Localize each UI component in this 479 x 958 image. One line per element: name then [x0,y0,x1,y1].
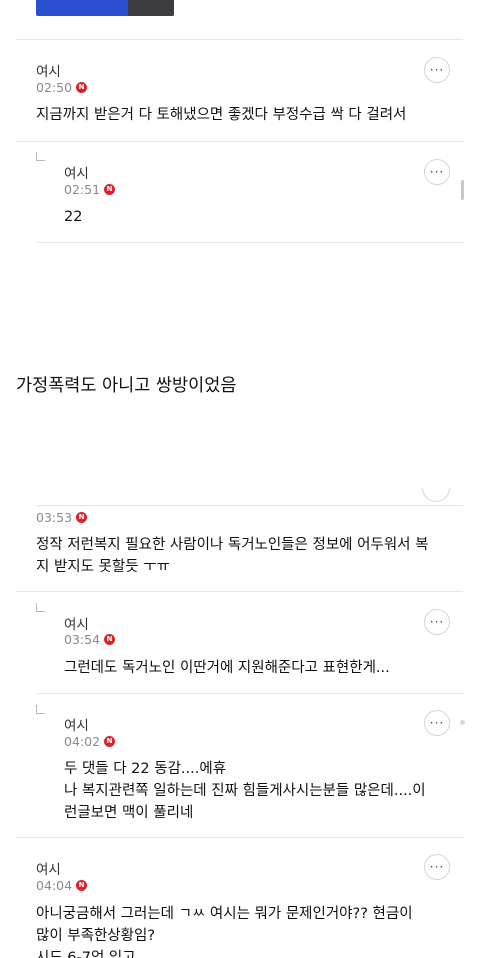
comment-time: 02:51 N [64,182,116,197]
more-options-button-partial[interactable] [422,488,450,502]
comment-line: 두 댓들 다 22 동감....에휴 [64,761,227,777]
comment-body: 지금까지 받은거 다 토해냈으면 좋겠다 부정수급 싹 다 걸려서 [36,104,406,126]
image-thumbnail[interactable] [36,0,174,16]
comment-author: 여시 [64,166,89,182]
comment-body: 정작 저런복지 필요한 사람이나 독거노인들은 정보에 어두워서 복 지 받지도… [36,534,428,578]
comment-line: 22 [64,209,83,225]
comment-author: 여시 [36,64,61,80]
divider [36,242,463,243]
divider [16,141,463,142]
time-text: 02:51 [64,182,101,197]
comment-line: 지금까지 받은거 다 토해냈으면 좋겠다 부정수급 싹 다 걸려서 [36,107,407,123]
comment-line: 아니궁금해서 그러는데 ㄱㅆ 여시는 뭐가 문제인거야?? 현금이 [36,906,413,922]
time-text: 02:50 [36,80,73,95]
comment-author: 여시 [64,718,89,734]
comment-author: 여시 [36,862,61,878]
overlay-caption: 가정폭력도 아니고 쌍방이었음 [16,376,237,396]
comment-time: 03:54 N [64,632,116,647]
scroll-indicator [460,720,465,725]
new-badge-icon: N [76,880,88,891]
divider [16,837,463,838]
more-options-button[interactable]: ··· [424,710,450,736]
comment-body: 22 [64,206,82,228]
more-options-button[interactable]: ··· [424,57,450,83]
new-badge-icon: N [104,634,116,645]
reply-arrow-icon [36,705,45,714]
comment-author: 여시 [64,617,89,633]
comment-body: 아니궁금해서 그러는데 ㄱㅆ 여시는 뭐가 문제인거야?? 현금이 많이 부족한… [36,903,413,958]
comment-line: 많이 부족한상황임? [36,928,156,944]
comment-line: 나 복지관련쪽 일하는데 진짜 힘들게사시는분들 많은데....이 [64,783,426,799]
divider [16,39,463,40]
comment-time: 02:50 N [36,80,88,95]
time-text: 03:54 [64,632,101,647]
comment-body: 그런데도 독거노인 이딴거에 지원해준다고 표현한게... [64,657,390,679]
reply-arrow-icon [36,603,45,612]
new-badge-icon: N [76,82,88,93]
divider [36,505,463,506]
time-text: 04:02 [64,734,101,749]
comment-body: 두 댓들 다 22 동감....에휴 나 복지관련쪽 일하는데 진짜 힘들게사시… [64,758,426,824]
scrollbar[interactable] [461,180,464,200]
new-badge-icon: N [104,736,116,747]
new-badge-icon: N [104,184,116,195]
comment-time: 04:04 N [36,878,88,893]
divider [16,591,463,592]
comment-line: 그런데도 독거노인 이딴거에 지원해준다고 표현한게... [64,660,390,676]
comment-time: 03:53 N [36,510,88,525]
more-options-button[interactable]: ··· [424,159,450,185]
more-options-button[interactable]: ··· [424,854,450,880]
time-text: 04:04 [36,878,73,893]
new-badge-icon: N [76,512,88,523]
comment-line: 정작 저런복지 필요한 사람이나 독거노인들은 정보에 어두워서 복 [36,537,429,553]
more-options-button[interactable]: ··· [424,609,450,635]
time-text: 03:53 [36,510,73,525]
reply-arrow-icon [36,152,45,161]
comment-time: 04:02 N [64,734,116,749]
comment-line: 지 받지도 못할듯 ㅜㅠ [36,559,170,575]
comment-line: 시드 6-7억 있고 [36,950,136,958]
divider [36,693,463,694]
comment-line: 런글보면 맥이 풀리네 [64,805,194,821]
